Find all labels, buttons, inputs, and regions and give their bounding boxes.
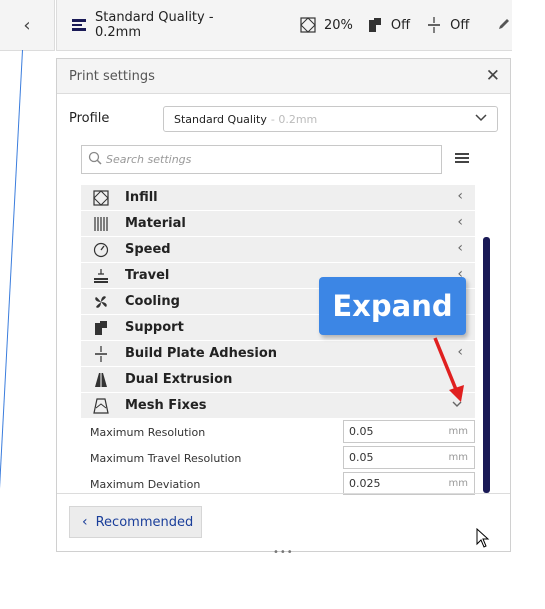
adhesion-icon bbox=[91, 345, 111, 362]
infill-value: 20% bbox=[323, 17, 353, 33]
cooling-icon bbox=[91, 294, 111, 310]
infill-icon bbox=[91, 189, 111, 206]
mesh-fixes-icon bbox=[91, 397, 111, 414]
maximum-resolution-field[interactable]: 0.05 mm bbox=[343, 420, 475, 443]
category-label: Support bbox=[125, 320, 184, 335]
support-icon bbox=[367, 17, 383, 33]
chevron-left-icon: ‹ bbox=[457, 240, 463, 256]
travel-icon bbox=[91, 268, 111, 284]
settings-scrollbar[interactable] bbox=[483, 237, 490, 493]
profile-label: Profile bbox=[69, 111, 110, 126]
category-infill[interactable]: Infill ‹ bbox=[81, 185, 475, 210]
field-value: 0.025 bbox=[349, 477, 381, 490]
category-label: Mesh Fixes bbox=[125, 398, 207, 413]
profile-dropdown[interactable]: Standard Quality - 0.2mm bbox=[163, 106, 498, 132]
infill-icon bbox=[300, 17, 316, 33]
panel-header: Print settings ✕ bbox=[57, 59, 510, 94]
close-icon[interactable]: ✕ bbox=[486, 66, 500, 86]
search-settings-input[interactable]: Search settings bbox=[81, 145, 442, 174]
category-speed[interactable]: Speed ‹ bbox=[81, 237, 475, 262]
profile-row: Profile Standard Quality - 0.2mm bbox=[57, 103, 512, 135]
field-value: 0.05 bbox=[349, 451, 374, 464]
category-label: Dual Extrusion bbox=[125, 372, 233, 387]
resize-handle[interactable]: ••• bbox=[273, 547, 294, 558]
category-mesh-fixes[interactable]: Mesh Fixes bbox=[81, 393, 475, 418]
category-label: Speed bbox=[125, 242, 171, 257]
chevron-left-icon: ‹ bbox=[82, 514, 88, 530]
panel-title: Print settings bbox=[69, 68, 155, 84]
category-material[interactable]: Material ‹ bbox=[81, 211, 475, 236]
adhesion-value: Off bbox=[450, 17, 470, 33]
category-label: Infill bbox=[125, 190, 158, 205]
maximum-travel-resolution-field[interactable]: 0.05 mm bbox=[343, 446, 475, 469]
profile-name: Standard Quality - 0.2mm bbox=[95, 10, 214, 40]
material-icon bbox=[91, 216, 111, 232]
chevron-left-icon: ‹ bbox=[457, 214, 463, 230]
support-icon bbox=[91, 320, 111, 336]
setting-row: Maximum Travel Resolution 0.05 mm bbox=[81, 445, 475, 471]
setting-label: Maximum Deviation bbox=[90, 477, 201, 491]
collapse-button[interactable]: ‹ bbox=[0, 0, 54, 50]
setting-row: Maximum Resolution 0.05 mm bbox=[81, 419, 475, 445]
speed-icon bbox=[91, 242, 111, 258]
settings-menu-icon[interactable] bbox=[455, 151, 469, 165]
search-icon bbox=[88, 151, 102, 168]
expand-callout: Expand bbox=[319, 277, 466, 335]
chevron-left-icon: ‹ bbox=[457, 188, 463, 204]
recommended-label: Recommended bbox=[95, 514, 194, 530]
recommended-button[interactable]: ‹ Recommended bbox=[69, 506, 202, 538]
settings-list: Infill ‹ Material ‹ Speed ‹ Travel ‹ Coo… bbox=[81, 185, 475, 497]
setting-label: Maximum Travel Resolution bbox=[90, 451, 242, 465]
category-label: Material bbox=[125, 216, 186, 231]
chevron-down-icon bbox=[475, 111, 487, 126]
support-value: Off bbox=[390, 17, 411, 33]
profile-value-layer: - 0.2mm bbox=[270, 112, 318, 126]
profile-icon bbox=[71, 17, 87, 33]
category-build-plate-adhesion[interactable]: Build Plate Adhesion ‹ bbox=[81, 341, 475, 366]
category-label: Cooling bbox=[125, 294, 180, 309]
field-unit: mm bbox=[448, 426, 468, 437]
adhesion-icon bbox=[426, 17, 442, 33]
viewport-guide-line bbox=[0, 50, 23, 609]
field-unit: mm bbox=[448, 452, 468, 463]
profile-value: Standard Quality bbox=[174, 112, 267, 126]
category-label: Build Plate Adhesion bbox=[125, 346, 278, 361]
maximum-deviation-field[interactable]: 0.025 mm bbox=[343, 472, 475, 495]
footer-divider bbox=[57, 493, 510, 494]
annotation-arrow bbox=[433, 337, 464, 402]
category-label: Travel bbox=[125, 268, 170, 283]
search-placeholder: Search settings bbox=[106, 153, 192, 166]
field-value: 0.05 bbox=[349, 425, 374, 438]
sidebar-edge: ‹ bbox=[0, 0, 55, 51]
pencil-icon[interactable] bbox=[497, 17, 512, 33]
callout-text: Expand bbox=[332, 289, 453, 323]
chevron-left-icon: ‹ bbox=[23, 14, 31, 36]
setting-label: Maximum Resolution bbox=[90, 425, 206, 439]
field-unit: mm bbox=[448, 478, 468, 489]
mouse-cursor-icon bbox=[476, 528, 490, 548]
print-setup-bar[interactable]: Standard Quality - 0.2mm 20% Off Off bbox=[56, 0, 512, 51]
category-dual-extrusion[interactable]: Dual Extrusion bbox=[81, 367, 475, 392]
dual-extrusion-icon bbox=[91, 372, 111, 388]
